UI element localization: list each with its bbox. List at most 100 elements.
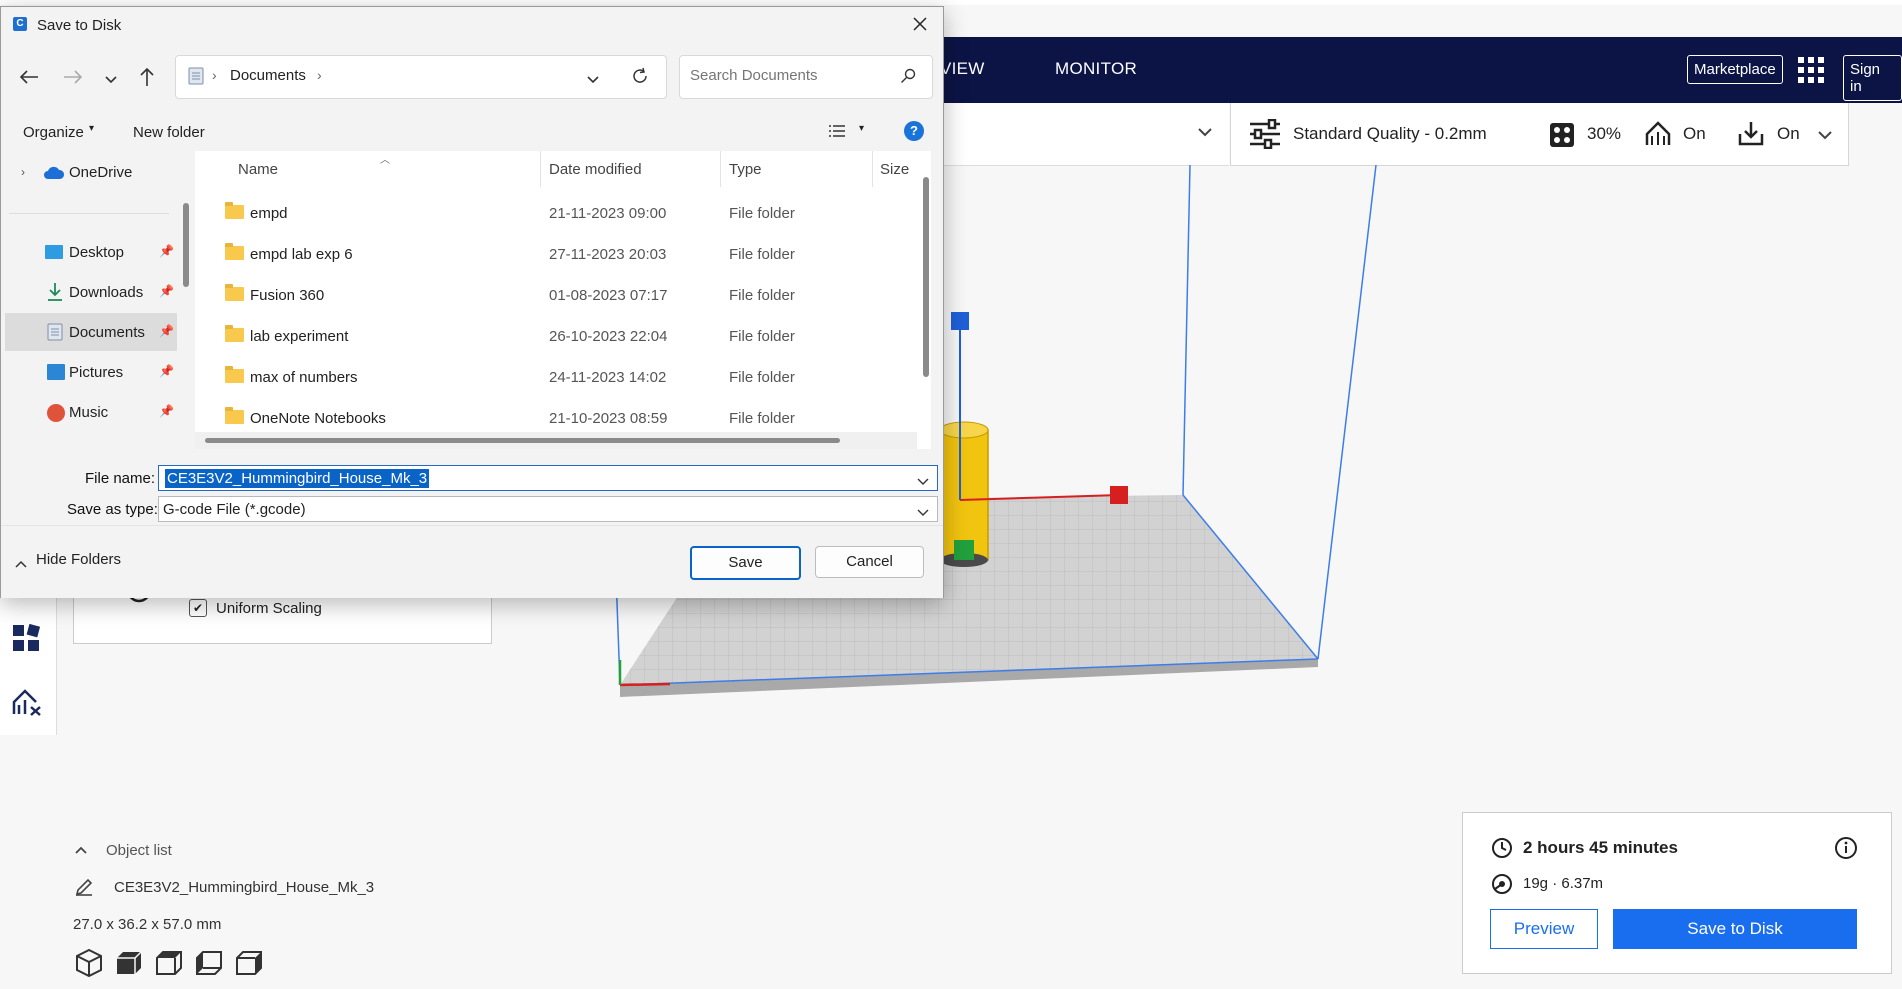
support-value: On (1683, 124, 1706, 143)
object-list-title[interactable]: Object list (106, 842, 172, 859)
tab-monitor[interactable]: MONITOR (1055, 59, 1137, 79)
nav-item-pictures[interactable]: Pictures 📌 (5, 353, 177, 391)
view-3d-icon[interactable] (75, 948, 103, 983)
dialog-titlebar[interactable]: C Save to Disk (1, 7, 943, 45)
pin-icon: 📌 (159, 244, 174, 258)
chevron-down-icon (1197, 125, 1213, 143)
table-row[interactable]: empd lab exp 6 27-11-2023 20:03 File fol… (195, 234, 917, 275)
nav-item-desktop[interactable]: Desktop 📌 (5, 233, 177, 271)
file-type: File folder (729, 410, 795, 427)
new-folder-button[interactable]: New folder (133, 124, 205, 141)
view-front-icon[interactable] (115, 950, 143, 981)
address-bar[interactable]: › Documents › (175, 55, 667, 99)
chevron-down-icon[interactable] (917, 504, 929, 522)
print-settings-bar[interactable]: Standard Quality - 0.2mm 30% On On (1230, 103, 1849, 166)
nav-item-documents[interactable]: Documents 📌 (5, 313, 177, 351)
save-to-disk-button[interactable]: Save to Disk (1613, 909, 1857, 949)
table-row[interactable]: empd 21-11-2023 09:00 File folder (195, 193, 917, 234)
uniform-scaling-checkbox[interactable]: ✔ (189, 599, 207, 617)
pin-icon: 📌 (159, 364, 174, 378)
caret-down-icon[interactable]: ▾ (89, 123, 94, 134)
file-date: 27-11-2023 20:03 (549, 246, 667, 263)
caret-down-icon[interactable]: ▾ (859, 123, 864, 134)
cancel-button[interactable]: Cancel (815, 546, 924, 578)
file-type: File folder (729, 205, 795, 222)
file-name: empd lab exp 6 (250, 246, 353, 263)
view-right-icon[interactable] (235, 950, 263, 981)
marketplace-button[interactable]: Marketplace (1687, 55, 1783, 84)
cura-app-icon: C (13, 17, 27, 31)
column-type[interactable]: Type (729, 161, 762, 178)
preview-button[interactable]: Preview (1490, 909, 1598, 949)
nav-scrollbar[interactable] (183, 203, 189, 287)
chevron-right-icon[interactable]: › (21, 165, 25, 179)
infill-value: 30% (1587, 124, 1622, 143)
search-icon[interactable] (900, 68, 916, 89)
nav-item-downloads[interactable]: Downloads 📌 (5, 273, 177, 311)
help-icon[interactable]: ? (904, 121, 924, 141)
address-history-chevron-icon[interactable] (586, 72, 600, 90)
column-divider[interactable] (872, 151, 873, 187)
column-size[interactable]: Size (880, 161, 909, 178)
save-button[interactable]: Save (690, 546, 801, 580)
apps-grid-icon[interactable] (1797, 56, 1825, 84)
hide-folders-button[interactable]: Hide Folders (36, 551, 121, 568)
view-options-icon[interactable] (829, 124, 845, 143)
folder-icon (225, 366, 244, 383)
folder-icon (225, 284, 244, 301)
nav-item-onedrive[interactable]: › OneDrive (5, 153, 177, 191)
back-arrow-icon[interactable] (19, 69, 39, 90)
object-name[interactable]: CE3E3V2_Hummingbird_House_Mk_3 (114, 879, 374, 896)
column-divider[interactable] (540, 151, 541, 187)
view-top-icon[interactable] (155, 950, 183, 981)
file-type: File folder (729, 328, 795, 345)
support-icon (1644, 120, 1672, 153)
infill-icon (1549, 122, 1575, 153)
clock-icon (1491, 837, 1513, 864)
save-as-type-label: Save as type: (67, 501, 158, 518)
tab-prepare[interactable]: VIEW (940, 59, 985, 79)
organize-menu[interactable]: Organize (23, 124, 84, 141)
file-name-input[interactable]: CE3E3V2_Hummingbird_House_Mk_3 (165, 469, 430, 488)
printer-selector[interactable] (935, 103, 1229, 166)
breadcrumb-documents[interactable]: Documents (230, 67, 306, 84)
nav-item-music[interactable]: Music 📌 (5, 393, 177, 431)
chevron-up-icon[interactable] (74, 842, 88, 860)
chevron-up-icon[interactable] (15, 555, 27, 573)
file-date: 24-11-2023 14:02 (549, 369, 667, 386)
file-name: max of numbers (250, 369, 358, 386)
recent-locations-chevron-icon[interactable] (104, 72, 118, 90)
table-row[interactable]: max of numbers 24-11-2023 14:02 File fol… (195, 357, 917, 398)
file-name-combobox[interactable]: CE3E3V2_Hummingbird_House_Mk_3 (158, 465, 938, 491)
column-date-modified[interactable]: Date modified (549, 161, 642, 178)
nav-label: Downloads (69, 284, 144, 301)
up-arrow-icon[interactable] (138, 67, 156, 92)
search-box[interactable] (679, 55, 933, 99)
search-input[interactable] (688, 66, 892, 85)
horizontal-scrollbar[interactable] (205, 438, 840, 443)
chevron-down-icon[interactable] (1817, 128, 1833, 146)
folder-icon (225, 243, 244, 260)
table-row[interactable]: lab experiment 26-10-2023 22:04 File fol… (195, 316, 917, 357)
breadcrumb-separator[interactable]: › (317, 67, 322, 83)
refresh-icon[interactable] (631, 67, 649, 90)
support-blocker-icon[interactable] (12, 688, 42, 721)
pin-icon: 📌 (159, 404, 174, 418)
sign-in-button[interactable]: Sign in (1843, 55, 1902, 101)
save-as-type-select[interactable]: G-code File (*.gcode) (158, 496, 938, 522)
spool-icon (1491, 873, 1513, 900)
column-name[interactable]: Name (238, 161, 278, 178)
per-model-settings-icon[interactable] (12, 623, 41, 657)
download-icon (47, 282, 63, 306)
info-icon[interactable] (1834, 836, 1858, 865)
print-time: 2 hours 45 minutes (1523, 838, 1678, 857)
forward-arrow-icon[interactable] (63, 69, 83, 90)
close-icon[interactable] (911, 15, 929, 38)
file-name: empd (250, 205, 288, 222)
vertical-scrollbar[interactable] (923, 177, 929, 377)
chevron-down-icon[interactable] (917, 473, 929, 491)
table-row[interactable]: Fusion 360 01-08-2023 07:17 File folder (195, 275, 917, 316)
scale-panel: ✔ Uniform Scaling (73, 589, 492, 644)
column-divider[interactable] (720, 151, 721, 187)
view-left-icon[interactable] (195, 950, 223, 981)
